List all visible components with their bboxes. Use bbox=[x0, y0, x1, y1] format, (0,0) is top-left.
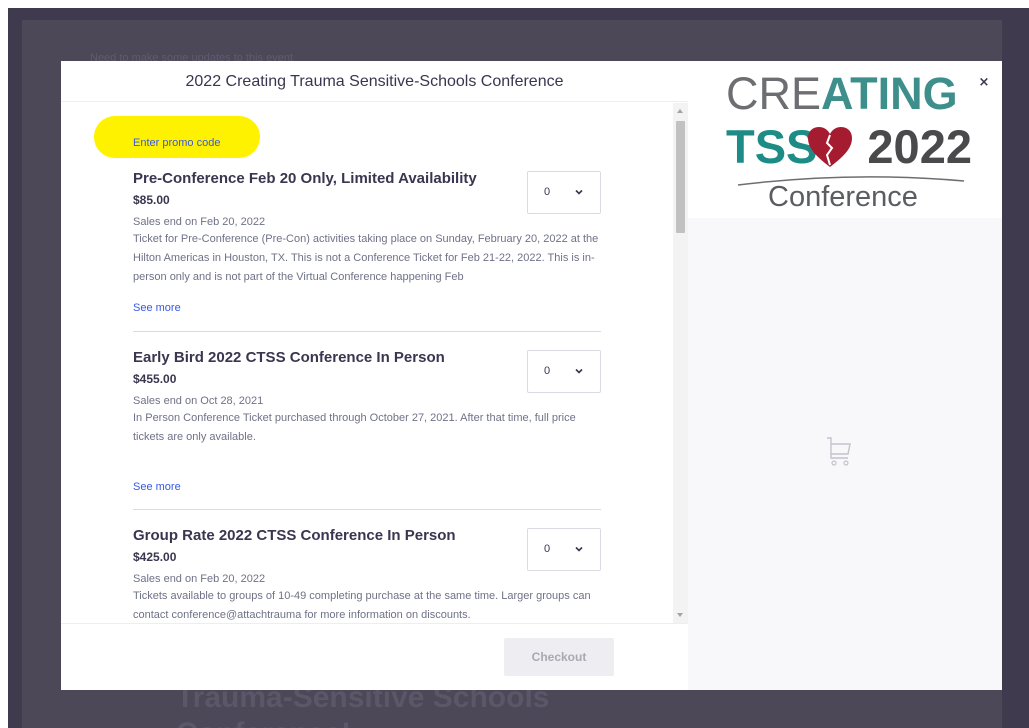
logo-creating: CREATING bbox=[726, 68, 958, 119]
ticket-list-scroll[interactable]: Enter promo code Pre-Conference Feb 20 O… bbox=[61, 103, 688, 623]
ticket-panel: 2022 Creating Trauma Sensitive-Schools C… bbox=[61, 61, 688, 690]
ticket-sales-end: Sales end on Feb 20, 2022 bbox=[133, 573, 266, 585]
shopping-cart-icon bbox=[827, 437, 851, 466]
ticket-divider bbox=[133, 331, 601, 332]
quantity-select[interactable]: 0 bbox=[527, 528, 601, 571]
chevron-down-icon bbox=[575, 546, 583, 552]
ticket-description: Ticket for Pre-Conference (Pre-Con) acti… bbox=[133, 233, 599, 283]
ticket-divider bbox=[133, 509, 601, 510]
ticket-sales-end: Sales end on Feb 20, 2022 bbox=[133, 216, 266, 228]
modal-footer: Checkout bbox=[61, 623, 688, 690]
ticket-description: In Person Conference Ticket purchased th… bbox=[133, 412, 576, 443]
event-logo: CREATING TSS 2022 Conference bbox=[688, 61, 1002, 218]
quantity-value: 0 bbox=[544, 365, 551, 377]
ticket-list-scrollbar[interactable] bbox=[673, 103, 688, 623]
see-more-link[interactable]: See more bbox=[133, 302, 181, 314]
close-button[interactable]: × bbox=[974, 73, 994, 93]
ticket-description: Tickets available to groups of 10-49 com… bbox=[133, 590, 591, 621]
logo-conference: Conference bbox=[768, 181, 918, 213]
modal-title: 2022 Creating Trauma Sensitive-Schools C… bbox=[61, 61, 688, 102]
ticket-sales-end: Sales end on Oct 28, 2021 bbox=[133, 395, 264, 407]
quantity-value: 0 bbox=[544, 543, 551, 555]
chevron-down-icon bbox=[575, 189, 583, 195]
scrollbar-thumb[interactable] bbox=[676, 121, 685, 233]
quantity-value: 0 bbox=[544, 186, 551, 198]
scroll-down-arrow-icon[interactable] bbox=[677, 613, 683, 617]
chevron-down-icon bbox=[575, 368, 583, 374]
quantity-select[interactable]: 0 bbox=[527, 350, 601, 393]
scroll-up-arrow-icon[interactable] bbox=[677, 109, 683, 113]
quantity-select[interactable]: 0 bbox=[527, 171, 601, 214]
enter-promo-code-link[interactable]: Enter promo code bbox=[133, 137, 220, 149]
broken-heart-icon bbox=[808, 127, 852, 167]
order-summary-panel: CREATING TSS 2022 Conference × bbox=[688, 61, 1002, 690]
checkout-modal: 2022 Creating Trauma Sensitive-Schools C… bbox=[61, 61, 1002, 690]
see-more-link[interactable]: See more bbox=[133, 481, 181, 493]
checkout-button[interactable]: Checkout bbox=[504, 638, 614, 676]
